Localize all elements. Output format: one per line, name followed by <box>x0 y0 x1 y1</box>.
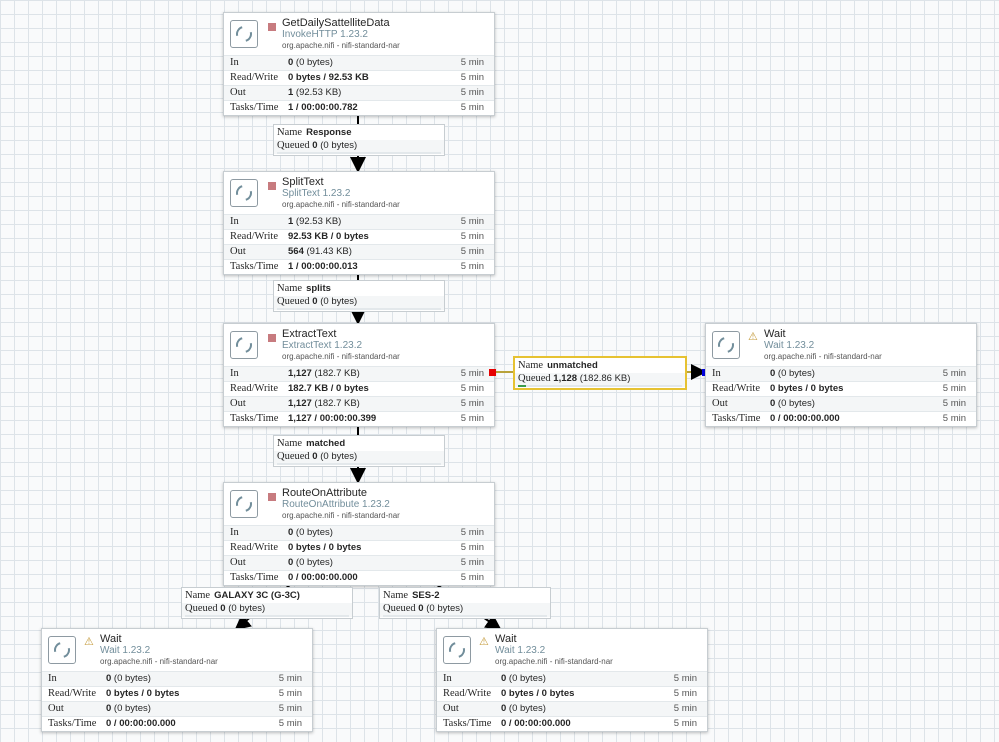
processor-icon <box>230 20 258 48</box>
stop-icon <box>268 23 276 31</box>
processor-wait-ses[interactable]: ⚠ Wait Wait 1.23.2 org.apache.nifi - nif… <box>436 628 708 732</box>
connection-matched[interactable]: Name matched Queued 0 (0 bytes) <box>273 435 445 467</box>
stat-out: Out 1,127 (182.7 KB) 5 min <box>224 396 494 411</box>
stat-tasks-time: Tasks/Time 1 / 00:00:00.782 5 min <box>224 100 494 115</box>
queue-bar <box>277 463 441 465</box>
stat-read-write: Read/Write 182.7 KB / 0 bytes 5 min <box>224 381 494 396</box>
stat-in: In 0 (0 bytes) 5 min <box>706 366 976 381</box>
connection-name: Response <box>306 127 352 138</box>
processor-icon <box>712 331 740 359</box>
stat-tasks-time: Tasks/Time 0 / 00:00:00.000 5 min <box>42 716 312 731</box>
stat-out: Out 0 (0 bytes) 5 min <box>437 701 707 716</box>
stat-out: Out 1 (92.53 KB) 5 min <box>224 85 494 100</box>
stat-read-write: Read/Write 92.53 KB / 0 bytes 5 min <box>224 229 494 244</box>
connection-ses-2[interactable]: Name SES-2 Queued 0 (0 bytes) <box>379 587 551 619</box>
processor-name: RouteOnAttribute <box>282 487 367 499</box>
stat-tasks-time: Tasks/Time 1,127 / 00:00:00.399 5 min <box>224 411 494 426</box>
processor-bundle: org.apache.nifi - nifi-standard-nar <box>282 200 400 209</box>
processor-wait-unmatched[interactable]: ⚠ Wait Wait 1.23.2 org.apache.nifi - nif… <box>705 323 977 427</box>
stop-icon <box>268 493 276 501</box>
stat-read-write: Read/Write 0 bytes / 0 bytes 5 min <box>437 686 707 701</box>
processor-icon <box>230 331 258 359</box>
stat-read-write: Read/Write 0 bytes / 0 bytes 5 min <box>42 686 312 701</box>
stat-tasks-time: Tasks/Time 0 / 00:00:00.000 5 min <box>706 411 976 426</box>
connection-response[interactable]: Name Response Queued 0 (0 bytes) <box>273 124 445 156</box>
stat-in: In 0 (0 bytes) 5 min <box>437 671 707 686</box>
processor-split-text[interactable]: SplitText SplitText 1.23.2 org.apache.ni… <box>223 171 495 275</box>
processor-type: RouteOnAttribute 1.23.2 <box>282 499 390 510</box>
stat-read-write: Read/Write 0 bytes / 92.53 KB 5 min <box>224 70 494 85</box>
processor-type: SplitText 1.23.2 <box>282 188 351 199</box>
processor-name: SplitText <box>282 176 324 188</box>
stat-in: In 1,127 (182.7 KB) 5 min <box>224 366 494 381</box>
processor-type: InvokeHTTP 1.23.2 <box>282 29 368 40</box>
source-port[interactable] <box>489 369 496 376</box>
connection-name: unmatched <box>547 360 598 371</box>
warning-icon: ⚠ <box>479 636 489 648</box>
processor-bundle: org.apache.nifi - nifi-standard-nar <box>495 657 613 666</box>
processor-bundle: org.apache.nifi - nifi-standard-nar <box>100 657 218 666</box>
stop-icon <box>268 334 276 342</box>
warning-icon: ⚠ <box>84 636 94 648</box>
processor-bundle: org.apache.nifi - nifi-standard-nar <box>282 41 400 50</box>
processor-extract-text[interactable]: ExtractText ExtractText 1.23.2 org.apach… <box>223 323 495 427</box>
connection-unmatched[interactable]: Name unmatched Queued 1,128 (182.86 KB) <box>513 356 687 390</box>
processor-name: Wait <box>764 328 786 340</box>
processor-icon <box>230 179 258 207</box>
processor-name: GetDailySattelliteData <box>282 17 390 29</box>
processor-name: ExtractText <box>282 328 337 340</box>
processor-wait-galaxy[interactable]: ⚠ Wait Wait 1.23.2 org.apache.nifi - nif… <box>41 628 313 732</box>
connection-name: SES-2 <box>412 590 440 601</box>
processor-bundle: org.apache.nifi - nifi-standard-nar <box>282 352 400 361</box>
stat-in: In 0 (0 bytes) 5 min <box>224 55 494 70</box>
processor-type: Wait 1.23.2 <box>495 645 546 656</box>
stat-out: Out 0 (0 bytes) 5 min <box>42 701 312 716</box>
processor-route-on-attribute[interactable]: RouteOnAttribute RouteOnAttribute 1.23.2… <box>223 482 495 586</box>
stat-tasks-time: Tasks/Time 0 / 00:00:00.000 5 min <box>437 716 707 731</box>
processor-bundle: org.apache.nifi - nifi-standard-nar <box>764 352 882 361</box>
stat-tasks-time: Tasks/Time 0 / 00:00:00.000 5 min <box>224 570 494 585</box>
processor-type: Wait 1.23.2 <box>100 645 151 656</box>
processor-bundle: org.apache.nifi - nifi-standard-nar <box>282 511 400 520</box>
processor-name: Wait <box>100 633 122 645</box>
stat-in: In 0 (0 bytes) 5 min <box>42 671 312 686</box>
stat-in: In 0 (0 bytes) 5 min <box>224 525 494 540</box>
stat-out: Out 0 (0 bytes) 5 min <box>224 555 494 570</box>
processor-name: Wait <box>495 633 517 645</box>
stat-read-write: Read/Write 0 bytes / 0 bytes 5 min <box>224 540 494 555</box>
stat-read-write: Read/Write 0 bytes / 0 bytes 5 min <box>706 381 976 396</box>
stop-icon <box>268 182 276 190</box>
stat-out: Out 564 (91.43 KB) 5 min <box>224 244 494 259</box>
queue-bar <box>518 385 682 387</box>
queue-bar <box>277 152 441 154</box>
connection-galaxy-3c[interactable]: Name GALAXY 3C (G-3C) Queued 0 (0 bytes) <box>181 587 353 619</box>
processor-icon <box>230 490 258 518</box>
connection-name: splits <box>306 283 331 294</box>
processor-icon <box>443 636 471 664</box>
stat-in: In 1 (92.53 KB) 5 min <box>224 214 494 229</box>
stat-out: Out 0 (0 bytes) 5 min <box>706 396 976 411</box>
queue-bar <box>185 615 349 617</box>
connection-name: matched <box>306 438 346 449</box>
processor-icon <box>48 636 76 664</box>
connection-splits[interactable]: Name splits Queued 0 (0 bytes) <box>273 280 445 312</box>
stat-tasks-time: Tasks/Time 1 / 00:00:00.013 5 min <box>224 259 494 274</box>
processor-type: ExtractText 1.23.2 <box>282 340 363 351</box>
processor-get-daily-data[interactable]: GetDailySattelliteData InvokeHTTP 1.23.2… <box>223 12 495 116</box>
processor-type: Wait 1.23.2 <box>764 340 815 351</box>
queue-bar <box>277 308 441 310</box>
connection-name: GALAXY 3C (G-3C) <box>214 590 300 601</box>
warning-icon: ⚠ <box>748 331 758 343</box>
queue-bar <box>383 615 547 617</box>
